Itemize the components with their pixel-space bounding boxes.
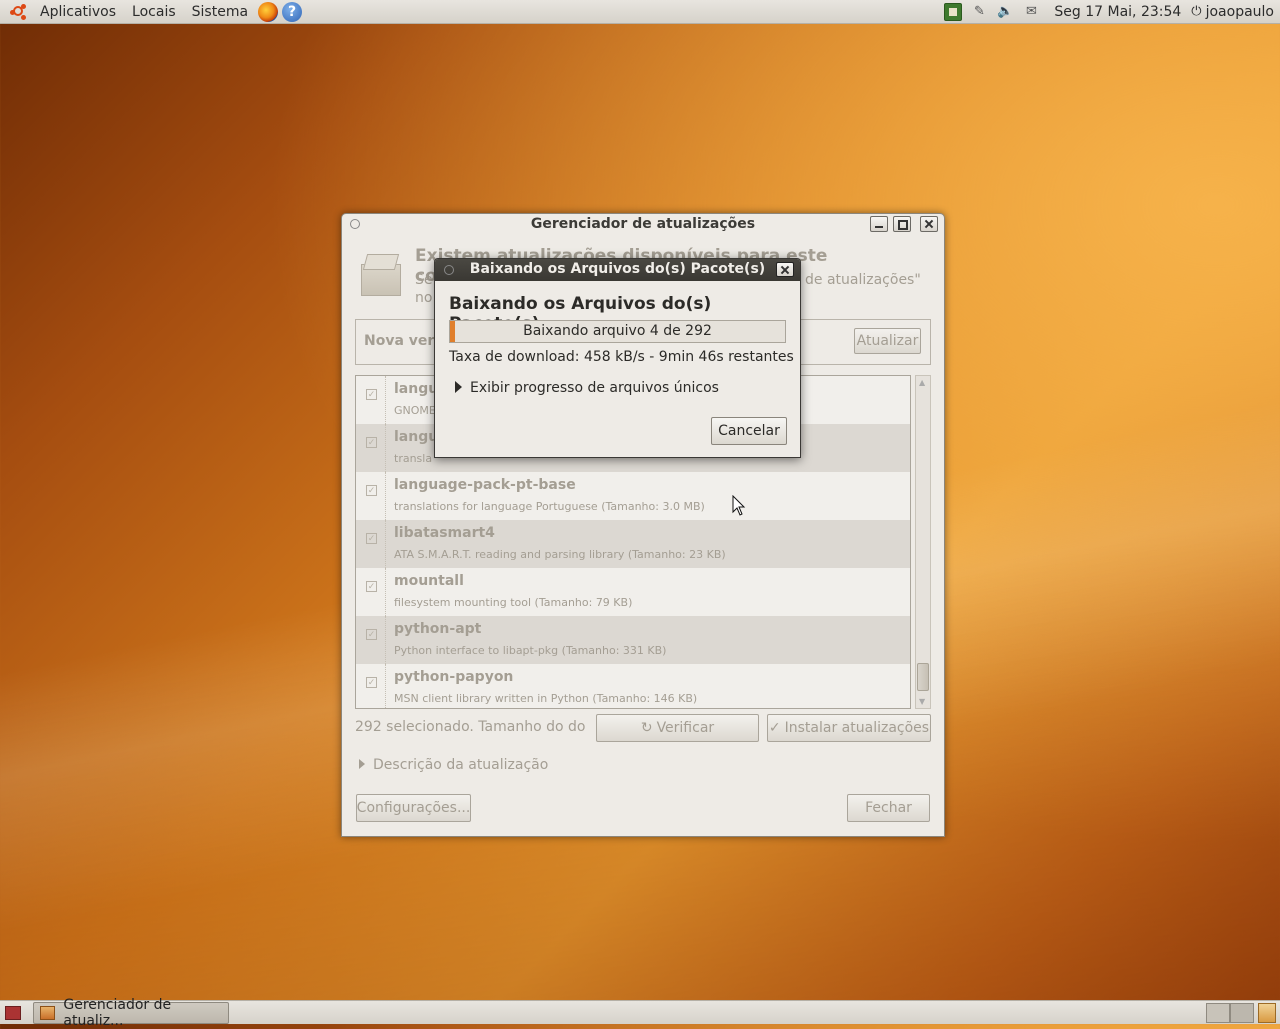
package-description: MSN client library written in Python (Ta…	[394, 692, 698, 705]
install-button-label: Instalar atualizações	[784, 720, 930, 736]
dialog-title: Baixando os Arquivos do(s) Pacote(s)	[469, 261, 766, 277]
cancel-button-label: Cancelar	[718, 423, 780, 439]
settings-button[interactable]: Configurações...	[356, 794, 471, 822]
scroll-up-icon[interactable]: ▲	[919, 378, 925, 387]
check-button[interactable]: ↻ Verificar	[596, 714, 759, 742]
package-name: mountall	[394, 573, 464, 589]
new-version-label: Nova vers	[364, 333, 443, 349]
dialog-close-button[interactable]	[776, 262, 794, 277]
cancel-button[interactable]: Cancelar	[711, 417, 787, 445]
package-name: python-papyon	[394, 669, 514, 685]
bottom-panel: Gerenciador de atualiz...	[0, 997, 1280, 1029]
help-icon[interactable]: ?	[282, 1, 303, 22]
firefox-icon[interactable]	[258, 1, 279, 22]
description-expander-label: Descrição da atualização	[373, 757, 549, 773]
clock[interactable]: Seg 17 Mai, 23:54	[1044, 4, 1191, 20]
package-name: language-pack-pt-base	[394, 477, 576, 493]
refresh-icon: ↻	[640, 720, 653, 736]
description-expander[interactable]: Descrição da atualização	[359, 757, 548, 773]
package-name: libatasmart4	[394, 525, 495, 541]
package-checkbox[interactable]: ✓	[366, 629, 377, 640]
package-checkbox[interactable]: ✓	[366, 533, 377, 544]
download-progress-dialog: Baixando os Arquivos do(s) Pacote(s) Bai…	[434, 258, 801, 458]
package-description: ATA S.M.A.R.T. reading and parsing libra…	[394, 548, 726, 561]
install-updates-button[interactable]: ✓ Instalar atualizações	[767, 714, 931, 742]
package-description: transla	[394, 452, 433, 465]
package-checkbox[interactable]: ✓	[366, 581, 377, 592]
selection-summary: 292 selecionado. Tamanho do dowr	[355, 719, 585, 735]
list-item[interactable]: ✓ python-apt Python interface to libapt-…	[356, 616, 910, 664]
mail-icon[interactable]: ✉	[1022, 3, 1040, 21]
user-menu[interactable]: ⏻ joaopaulo	[1191, 4, 1280, 20]
package-checkbox[interactable]: ✓	[366, 437, 377, 448]
list-item[interactable]: ✓ language-pack-pt-base translations for…	[356, 472, 910, 520]
workspace-1[interactable]	[1206, 1002, 1230, 1023]
workspace-2[interactable]	[1230, 1002, 1254, 1023]
package-description: GNOME	[394, 404, 436, 417]
scrollbar-thumb[interactable]	[917, 663, 929, 691]
package-name: langu	[394, 381, 439, 397]
updates-subtext-1: Se	[415, 272, 433, 288]
expander-arrow-icon	[455, 381, 462, 393]
top-panel: Aplicativos Locais Sistema ? ✎ 🔈 ✉ Seg 1…	[0, 0, 1280, 24]
list-scrollbar[interactable]: ▲ ▼	[915, 375, 931, 709]
package-description: filesystem mounting tool (Tamanho: 79 KB…	[394, 596, 633, 609]
package-checkbox[interactable]: ✓	[366, 677, 377, 688]
list-item[interactable]: ✓ python-papyon MSN client library writt…	[356, 664, 910, 708]
mouse-pointer-icon	[732, 495, 746, 516]
trash-icon[interactable]	[1258, 1002, 1276, 1023]
menu-applications[interactable]: Aplicativos	[32, 4, 124, 20]
package-icon	[357, 252, 405, 296]
close-button[interactable]: Fechar	[847, 794, 930, 822]
checkmark-icon: ✓	[768, 720, 781, 736]
expander-arrow-icon	[359, 759, 365, 769]
close-window-button[interactable]	[920, 216, 938, 232]
package-description: Python interface to libapt-pkg (Tamanho:…	[394, 644, 667, 657]
updates-subtext-right: de atualizações"	[805, 272, 921, 288]
taskbar-button-update-manager[interactable]: Gerenciador de atualiz...	[33, 997, 229, 1029]
upgrade-button[interactable]: Atualizar	[854, 328, 921, 354]
menu-places[interactable]: Locais	[124, 4, 184, 20]
menu-system[interactable]: Sistema	[184, 4, 256, 20]
progress-text: Baixando arquivo 4 de 292	[523, 323, 712, 339]
dialog-titlebar[interactable]: Baixando os Arquivos do(s) Pacote(s)	[435, 259, 800, 281]
power-icon: ⏻	[1191, 4, 1202, 19]
check-button-label: Verificar	[656, 720, 715, 736]
list-item[interactable]: ✓ mountall filesystem mounting tool (Tam…	[356, 568, 910, 616]
scroll-down-icon[interactable]: ▼	[919, 697, 925, 706]
package-checkbox[interactable]: ✓	[366, 389, 377, 400]
username: joaopaulo	[1205, 3, 1274, 20]
update-manager-icon	[40, 1005, 56, 1020]
list-item[interactable]: ✓ libatasmart4 ATA S.M.A.R.T. reading an…	[356, 520, 910, 568]
update-notifier-icon[interactable]	[944, 2, 963, 21]
show-desktop-icon[interactable]	[5, 1005, 21, 1020]
maximize-button[interactable]	[893, 216, 911, 232]
ubuntu-logo-icon[interactable]	[10, 3, 28, 21]
updates-subtext-2: no	[415, 290, 433, 306]
file-progress-expander[interactable]: Exibir progresso de arquivos únicos	[455, 380, 719, 396]
package-description: translations for language Portuguese (Ta…	[394, 500, 705, 513]
package-name: langu	[394, 429, 439, 445]
minimize-button[interactable]	[870, 216, 888, 232]
package-name: python-apt	[394, 621, 482, 637]
file-progress-expander-label: Exibir progresso de arquivos únicos	[470, 380, 719, 396]
download-rate: Taxa de download: 458 kB/s - 9min 46s re…	[449, 349, 794, 365]
download-progress-bar: Baixando arquivo 4 de 292	[449, 320, 786, 343]
window-title: Gerenciador de atualizações	[530, 216, 756, 232]
volume-icon[interactable]: 🔈	[996, 3, 1014, 21]
network-icon[interactable]: ✎	[970, 3, 988, 21]
package-checkbox[interactable]: ✓	[366, 485, 377, 496]
